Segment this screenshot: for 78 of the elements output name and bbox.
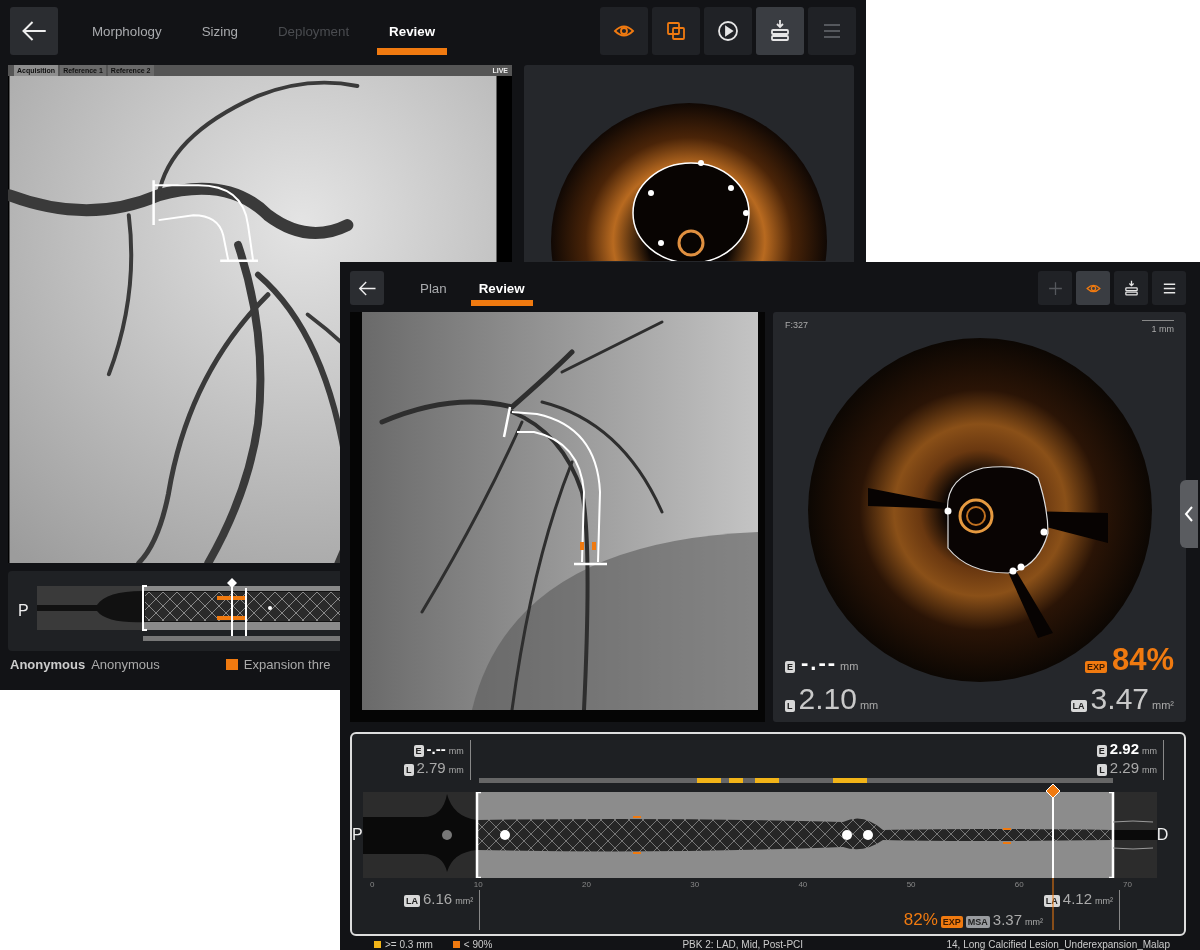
badge-label: LA	[1070, 700, 1087, 712]
axis-tick-label: 10	[473, 880, 483, 889]
overlapping-squares-icon	[664, 19, 688, 43]
measurement-value: -.--	[801, 650, 838, 676]
badge-label: EXP	[1084, 661, 1107, 673]
badge-label: L	[1097, 764, 1107, 776]
axis-tick-label: 20	[582, 880, 591, 889]
measurement-value: 3.37	[992, 911, 1022, 928]
axis-tick-label: 50	[906, 880, 916, 889]
chevron-left-icon	[1184, 505, 1194, 523]
back-button[interactable]	[350, 271, 384, 305]
overlay-button[interactable]	[652, 7, 700, 55]
plus-icon	[1046, 279, 1064, 297]
measurement-value: 84%	[1111, 642, 1174, 678]
patient-id: Anonymous	[91, 657, 160, 672]
axis-tick-label: 60	[1014, 880, 1024, 889]
legend-label: Expansion thre	[243, 657, 331, 672]
measurement-value: 3.47	[1090, 682, 1149, 716]
expansion-percent: 82%	[903, 910, 938, 930]
measurement-value: 2.79	[416, 759, 446, 776]
mode-tab[interactable]: Plan	[404, 267, 463, 309]
proximal-label: P	[352, 826, 363, 844]
measurement-value: 6.16	[423, 890, 453, 907]
unit-label: mm	[1142, 765, 1157, 775]
position-marker[interactable]	[1045, 784, 1062, 930]
unit-label: mm²	[1095, 896, 1113, 906]
tray-download-icon	[768, 19, 792, 43]
measurement-value: 4.12	[1062, 890, 1092, 907]
pullback-info: PBK 2: LAD, Mid, Post-PCI	[682, 939, 804, 950]
distal-label: D	[1156, 826, 1169, 844]
measurement-value: 2.10	[798, 682, 857, 716]
mode-tab[interactable]: Morphology	[72, 5, 182, 57]
scale-bar: 1 mm	[1142, 320, 1174, 334]
mode-tab[interactable]: Review	[462, 267, 541, 309]
badge-label: E	[785, 661, 795, 673]
badge-label: E	[413, 745, 424, 757]
mode-tab[interactable]: Review	[369, 5, 456, 57]
play-button[interactable]	[704, 7, 752, 55]
play-icon	[716, 19, 740, 43]
view-button[interactable]	[600, 7, 648, 55]
axis-tick-label: 0	[370, 880, 375, 889]
badge-label: EXP	[940, 916, 963, 928]
legend-label: >= 0.3 mm	[385, 939, 433, 950]
measurement-value: 2.29	[1109, 759, 1139, 776]
badge-label: LA	[404, 895, 420, 907]
unit-label: mm	[448, 765, 464, 775]
unit-label: mm	[448, 746, 464, 756]
patient-name: Anonymous	[10, 657, 86, 672]
legend-swatch	[225, 659, 238, 670]
mode-tab[interactable]: Sizing	[181, 5, 258, 57]
unit-label: mm²	[1152, 699, 1174, 711]
axis-tick-label: 40	[798, 880, 808, 889]
view-button[interactable]	[1076, 271, 1110, 305]
axis-tick-label: 70	[1123, 880, 1132, 889]
back-arrow-icon	[357, 279, 377, 297]
frame-number: F:327	[785, 320, 808, 332]
measurement-value: 2.92	[1109, 740, 1139, 757]
badge-label: MSA	[965, 916, 990, 928]
menu-button[interactable]	[1152, 271, 1186, 305]
axis-tick-label: 30	[690, 880, 700, 889]
unit-label: mm	[859, 699, 879, 711]
unit-label: mm²	[1025, 917, 1043, 927]
export-button[interactable]	[756, 7, 804, 55]
lesion-label: 14, Long Calcified Lesion_Underexpansion_Malap	[946, 939, 1170, 950]
badge-label: E	[1096, 745, 1107, 757]
unit-label: mm²	[455, 896, 474, 906]
tray-download-icon	[1122, 279, 1140, 297]
proximal-label: P	[18, 602, 29, 620]
unit-label: mm	[840, 660, 859, 672]
back-arrow-icon	[20, 19, 48, 43]
legend-label: < 90%	[463, 939, 493, 950]
measurement-value: -.--	[426, 740, 446, 757]
unit-label: mm	[1142, 746, 1157, 756]
collapse-handle[interactable]	[1180, 480, 1198, 548]
export-button[interactable]	[1114, 271, 1148, 305]
badge-label: L	[404, 764, 414, 776]
back-button[interactable]	[10, 7, 58, 55]
badge-label: L	[785, 700, 795, 712]
